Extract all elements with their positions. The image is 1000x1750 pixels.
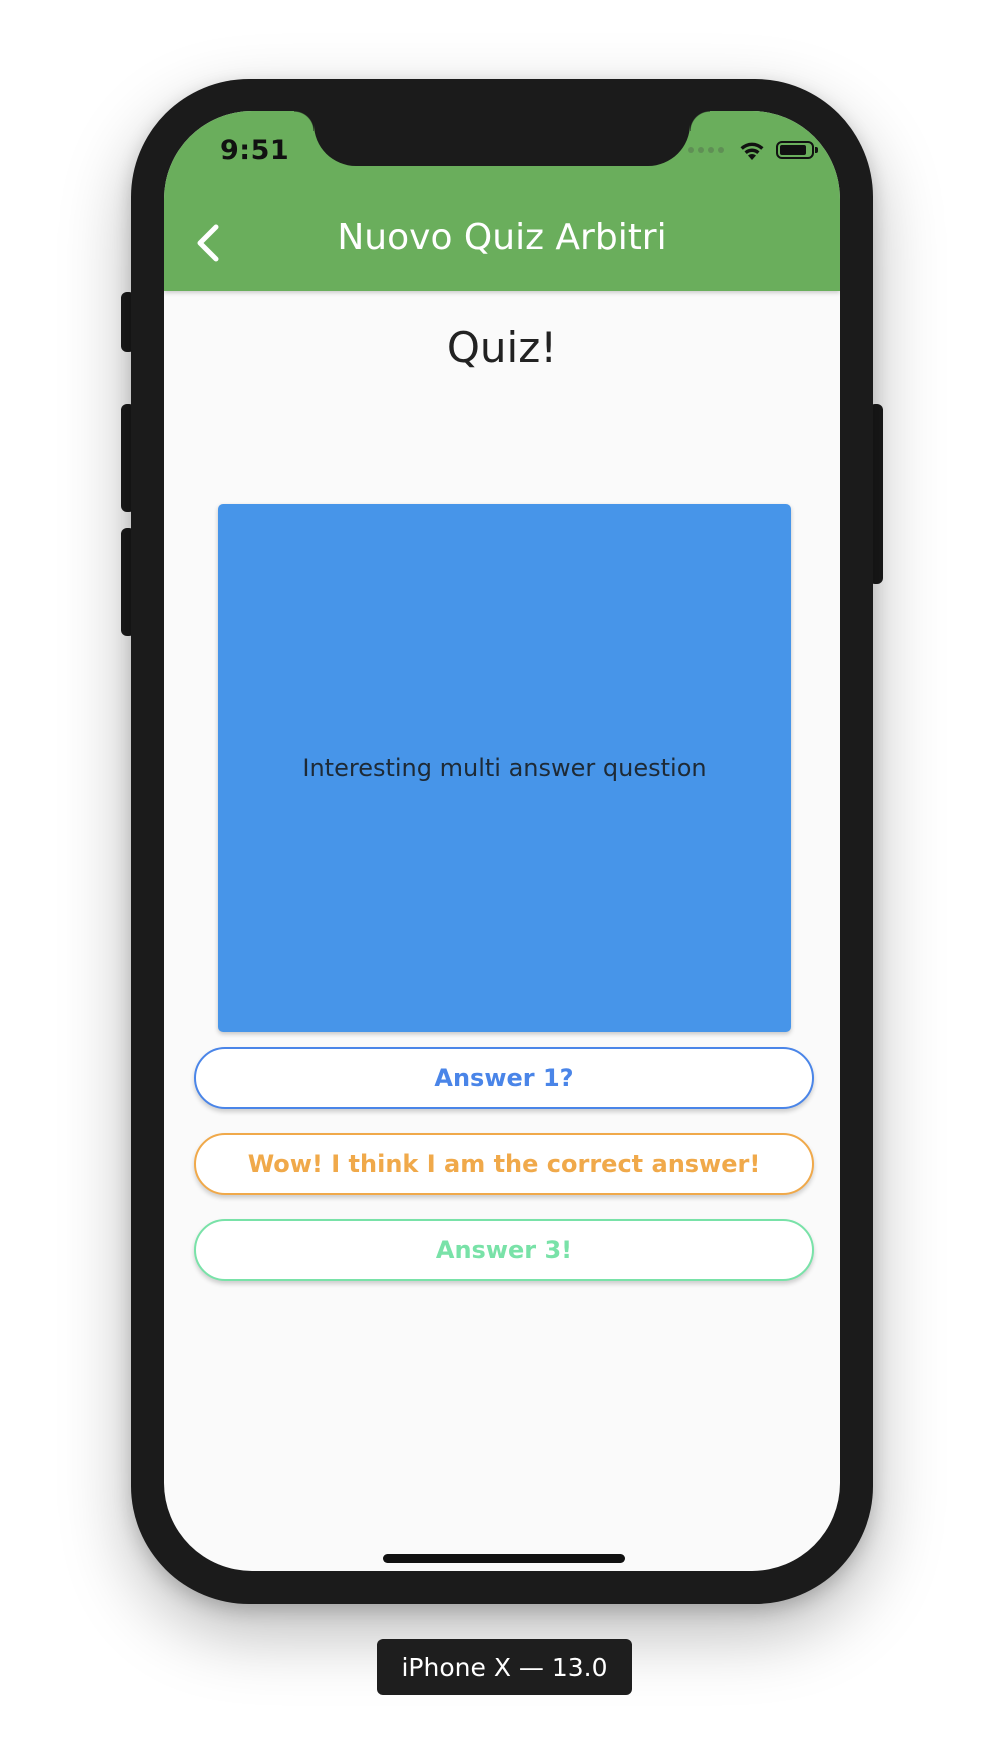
- answer-label: Answer 1?: [434, 1064, 574, 1092]
- device-notch: [294, 111, 710, 166]
- simulator-stage: 9:51 Nuovo Quiz Arbitri Quiz! Interestin…: [0, 0, 1000, 1750]
- app-bar-title: Nuovo Quiz Arbitri: [337, 217, 667, 258]
- answer-label: Answer 3!: [435, 1236, 573, 1264]
- question-text: Interesting multi answer question: [302, 754, 707, 782]
- answer-button-2[interactable]: Wow! I think I am the correct answer!: [194, 1133, 814, 1195]
- answer-button-3[interactable]: Answer 3!: [194, 1219, 814, 1281]
- status-icons: [688, 139, 818, 161]
- status-time: 9:51: [220, 135, 290, 166]
- answer-label: Wow! I think I am the correct answer!: [247, 1150, 761, 1178]
- page-title: Quiz!: [446, 323, 558, 372]
- battery-icon: [776, 141, 818, 159]
- answer-button-1[interactable]: Answer 1?: [194, 1047, 814, 1109]
- device-label: iPhone X — 13.0: [377, 1639, 632, 1695]
- signal-icon: [688, 147, 724, 153]
- question-card[interactable]: Interesting multi answer question: [218, 504, 791, 1032]
- wifi-icon: [740, 142, 764, 160]
- device-screen: 9:51 Nuovo Quiz Arbitri Quiz! Interestin…: [164, 111, 840, 1571]
- home-indicator[interactable]: [383, 1554, 625, 1563]
